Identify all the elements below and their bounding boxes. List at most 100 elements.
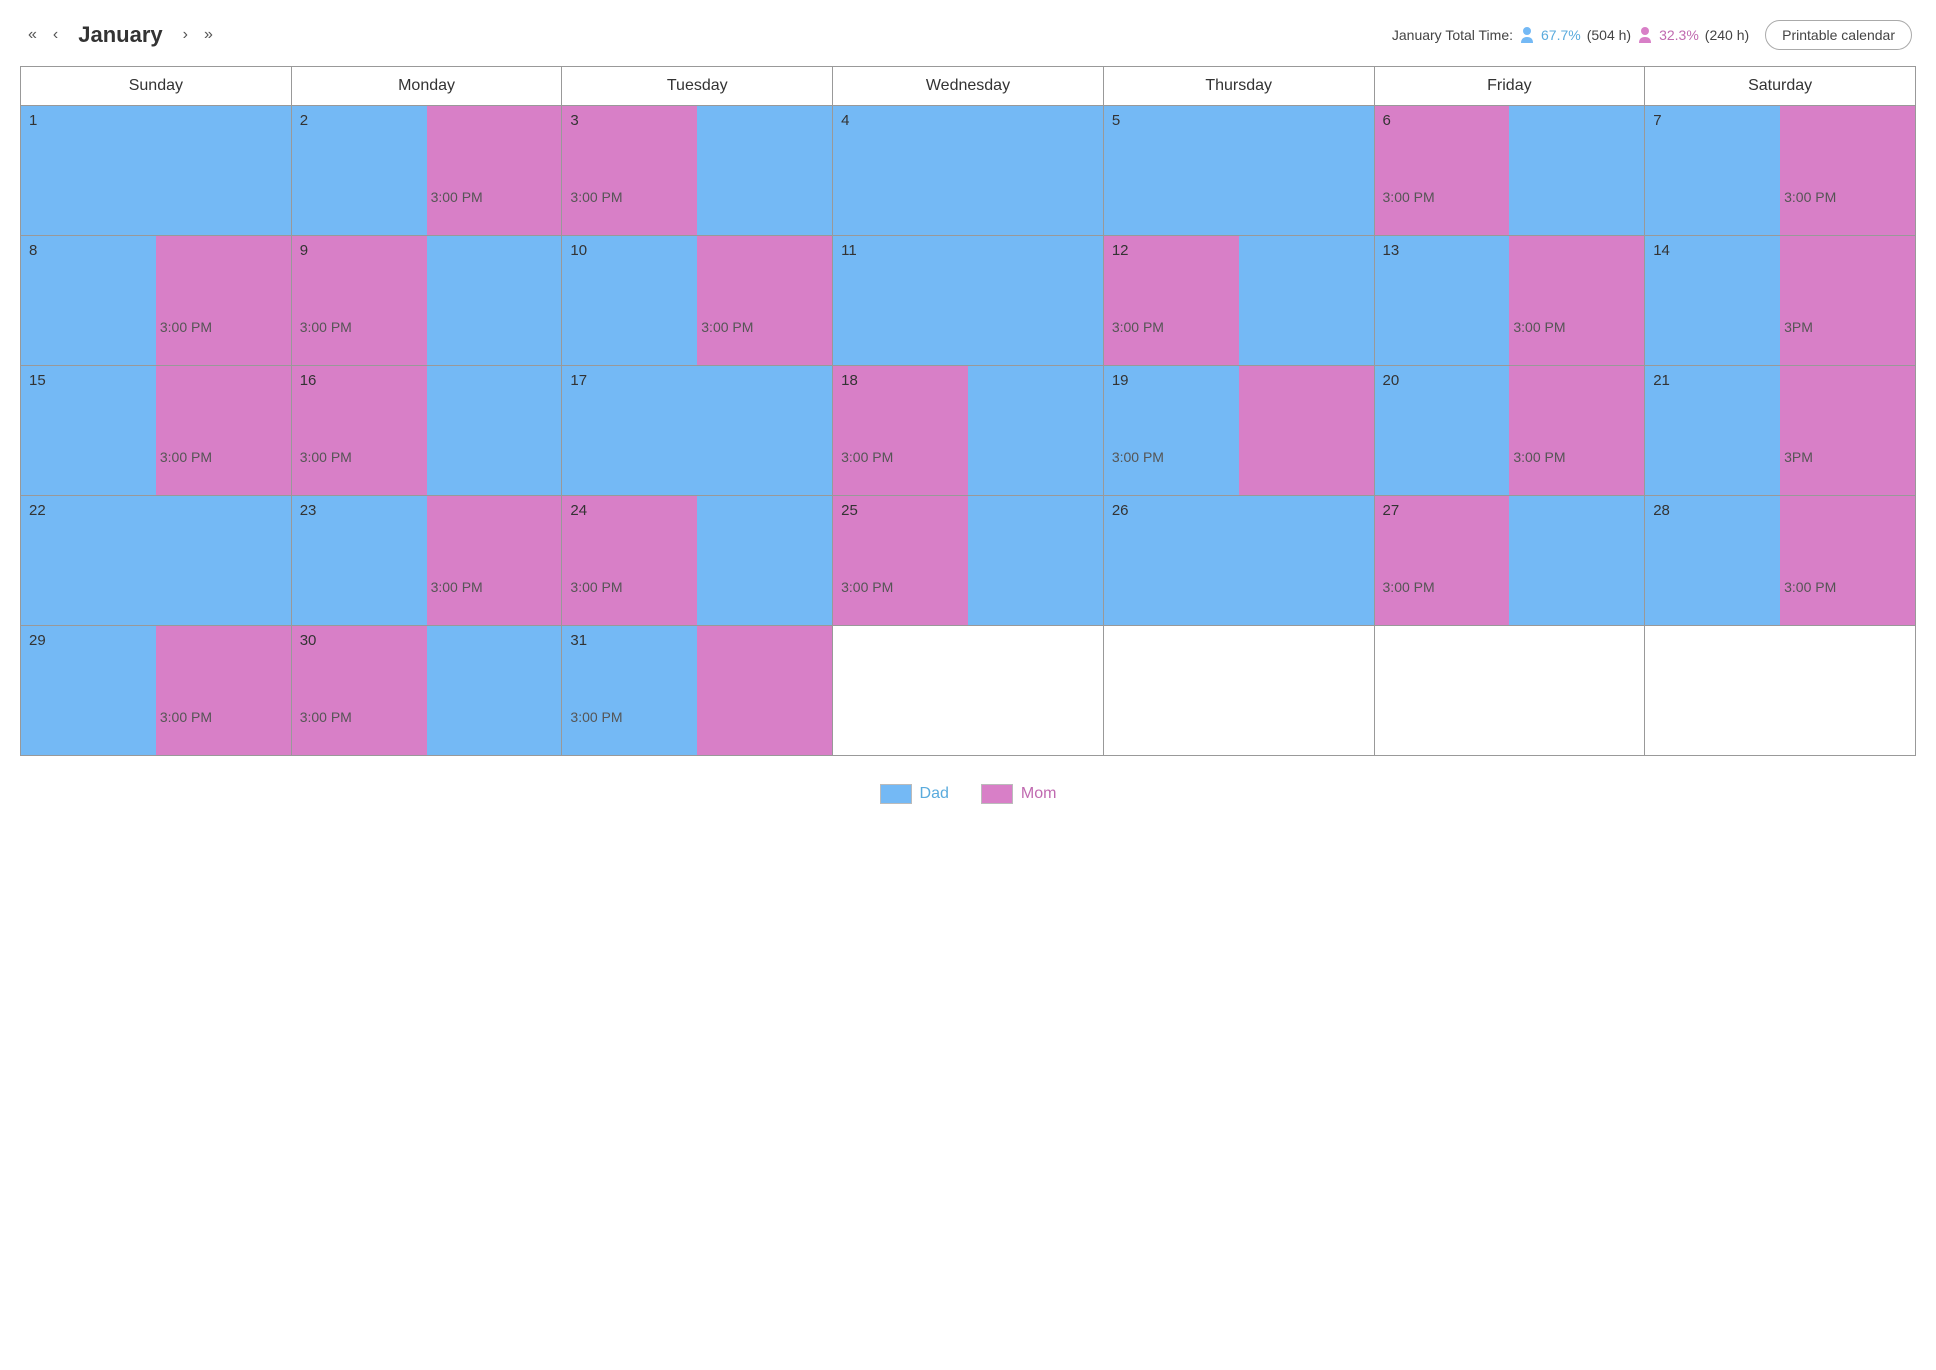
day-number: 29 <box>29 632 46 649</box>
calendar-cell[interactable]: 11 <box>833 236 1104 366</box>
day-number: 9 <box>300 242 308 259</box>
calendar-cell[interactable]: 143PM <box>1645 236 1916 366</box>
cell-right-half: 3:00 PM <box>1780 496 1915 625</box>
day-number: 1 <box>29 112 37 129</box>
day-number: 13 <box>1383 242 1400 259</box>
calendar-cell[interactable]: 8 3:00 PM <box>21 236 292 366</box>
day-number: 12 <box>1112 242 1129 259</box>
cell-right-half: 3:00 PM <box>1780 106 1915 235</box>
calendar-cell[interactable]: 153:00 PM <box>21 366 292 496</box>
day-number: 15 <box>29 372 46 389</box>
calendar-cell[interactable]: 19 3:00 PM <box>1103 366 1374 496</box>
calendar-cell[interactable]: 73:00 PM <box>1645 106 1916 236</box>
wednesday-header: Wednesday <box>833 67 1104 106</box>
next-button[interactable]: › <box>179 24 192 46</box>
cell-left-half: 23 <box>292 496 427 625</box>
day-number: 30 <box>300 632 317 649</box>
calendar-cell[interactable]: 28 3:00 PM <box>1645 496 1916 626</box>
cell-left-half: 63:00 PM <box>1375 106 1510 235</box>
calendar-cell[interactable]: 273:00 PM <box>1374 496 1645 626</box>
time-label: 3:00 PM <box>570 709 622 725</box>
mom-legend-label: Mom <box>1021 785 1057 803</box>
cell-left-half: 15 <box>21 366 156 495</box>
day-number: 11 <box>841 242 857 259</box>
prev-prev-button[interactable]: « <box>24 24 41 46</box>
calendar-cell[interactable]: 22 <box>21 496 292 626</box>
printable-calendar-button[interactable]: Printable calendar <box>1765 20 1912 50</box>
day-number: 26 <box>1112 502 1129 519</box>
mom-icon <box>1637 26 1653 44</box>
calendar-cell[interactable]: 9 3:00 PM <box>291 236 562 366</box>
total-time-label: January Total Time: <box>1392 27 1513 43</box>
calendar-cell[interactable]: 163:00 PM <box>291 366 562 496</box>
calendar-cell[interactable]: 303:00 PM <box>291 626 562 756</box>
day-number: 19 <box>1112 372 1129 389</box>
cell-left-half: 7 <box>1645 106 1780 235</box>
calendar-table: Sunday Monday Tuesday Wednesday Thursday… <box>20 66 1916 756</box>
cell-right-half: 3:00 PM <box>156 236 291 365</box>
time-label: 3:00 PM <box>160 709 212 725</box>
calendar-cell[interactable] <box>1645 626 1916 756</box>
dad-color-box <box>880 784 912 804</box>
cell-right-half <box>968 366 1103 495</box>
day-number: 4 <box>841 112 849 129</box>
month-navigation: « ‹ January › » <box>24 22 217 48</box>
calendar-cell[interactable]: 23:00 PM <box>291 106 562 236</box>
cell-left-half: 2 <box>292 106 427 235</box>
calendar-cell[interactable]: 29 3:00 PM <box>21 626 292 756</box>
time-label: 3:00 PM <box>431 189 483 205</box>
calendar-cell[interactable]: 183:00 PM <box>833 366 1104 496</box>
calendar-cell[interactable]: 1 <box>21 106 292 236</box>
week-row-2: 8 3:00 PM 9 3:00 PM 103:00 PM 11 123:00 PM133:… <box>21 236 1916 366</box>
week-row-1: 123:00 PM33:00 PM4563:00 PM73:00 PM <box>21 106 1916 236</box>
day-number: 18 <box>841 372 858 389</box>
calendar-cell[interactable]: 5 <box>1103 106 1374 236</box>
time-label: 3:00 PM <box>1112 449 1164 465</box>
next-next-button[interactable]: » <box>200 24 217 46</box>
calendar-cell[interactable]: 243:00 PM <box>562 496 833 626</box>
cell-right-half: 3:00 PM <box>427 496 562 625</box>
monday-header: Monday <box>291 67 562 106</box>
calendar-cell[interactable]: 133:00 PM <box>1374 236 1645 366</box>
day-number: 17 <box>570 372 587 389</box>
calendar-cell[interactable]: 4 <box>833 106 1104 236</box>
mom-percent: 32.3% <box>1659 27 1699 43</box>
thursday-header: Thursday <box>1103 67 1374 106</box>
day-number: 8 <box>29 242 37 259</box>
calendar-cell[interactable]: 20 3:00 PM <box>1374 366 1645 496</box>
calendar-cell[interactable]: 17 <box>562 366 833 496</box>
time-label: 3:00 PM <box>1784 579 1836 595</box>
cell-left-half: 33:00 PM <box>562 106 697 235</box>
cell-left-half: 28 <box>1645 496 1780 625</box>
cell-right-half <box>697 626 832 755</box>
day-number: 22 <box>29 502 46 519</box>
day-number: 20 <box>1383 372 1400 389</box>
dad-legend: Dad <box>880 784 949 804</box>
calendar-cell[interactable] <box>1374 626 1645 756</box>
legend: Dad Mom <box>20 784 1916 804</box>
calendar-cell[interactable]: 103:00 PM <box>562 236 833 366</box>
calendar-cell[interactable]: 31 3:00 PM <box>562 626 833 756</box>
calendar-cell[interactable] <box>1103 626 1374 756</box>
calendar-cell[interactable]: 63:00 PM <box>1374 106 1645 236</box>
week-row-3: 153:00 PM163:00 PM17183:00 PM193:00 PM20… <box>21 366 1916 496</box>
cell-left-half: 29 <box>21 626 156 755</box>
calendar-cell[interactable]: 26 <box>1103 496 1374 626</box>
time-label: 3:00 PM <box>300 319 352 335</box>
calendar-cell[interactable] <box>833 626 1104 756</box>
calendar-cell[interactable]: 233:00 PM <box>291 496 562 626</box>
calendar-cell[interactable]: 253:00 PM <box>833 496 1104 626</box>
cell-left-half: 8 <box>21 236 156 365</box>
cell-left-half: 253:00 PM <box>833 496 968 625</box>
cell-right-half <box>697 496 832 625</box>
calendar-cell[interactable]: 33:00 PM <box>562 106 833 236</box>
prev-button[interactable]: ‹ <box>49 24 62 46</box>
week-row-5: 29 3:00 PM 303:00 PM 31 3:00 PM <box>21 626 1916 756</box>
calendar-cell[interactable]: 123:00 PM <box>1103 236 1374 366</box>
day-number: 31 <box>570 632 587 649</box>
day-number: 28 <box>1653 502 1670 519</box>
saturday-header: Saturday <box>1645 67 1916 106</box>
time-label: 3:00 PM <box>1513 449 1565 465</box>
mom-legend: Mom <box>981 784 1057 804</box>
calendar-cell[interactable]: 213PM <box>1645 366 1916 496</box>
